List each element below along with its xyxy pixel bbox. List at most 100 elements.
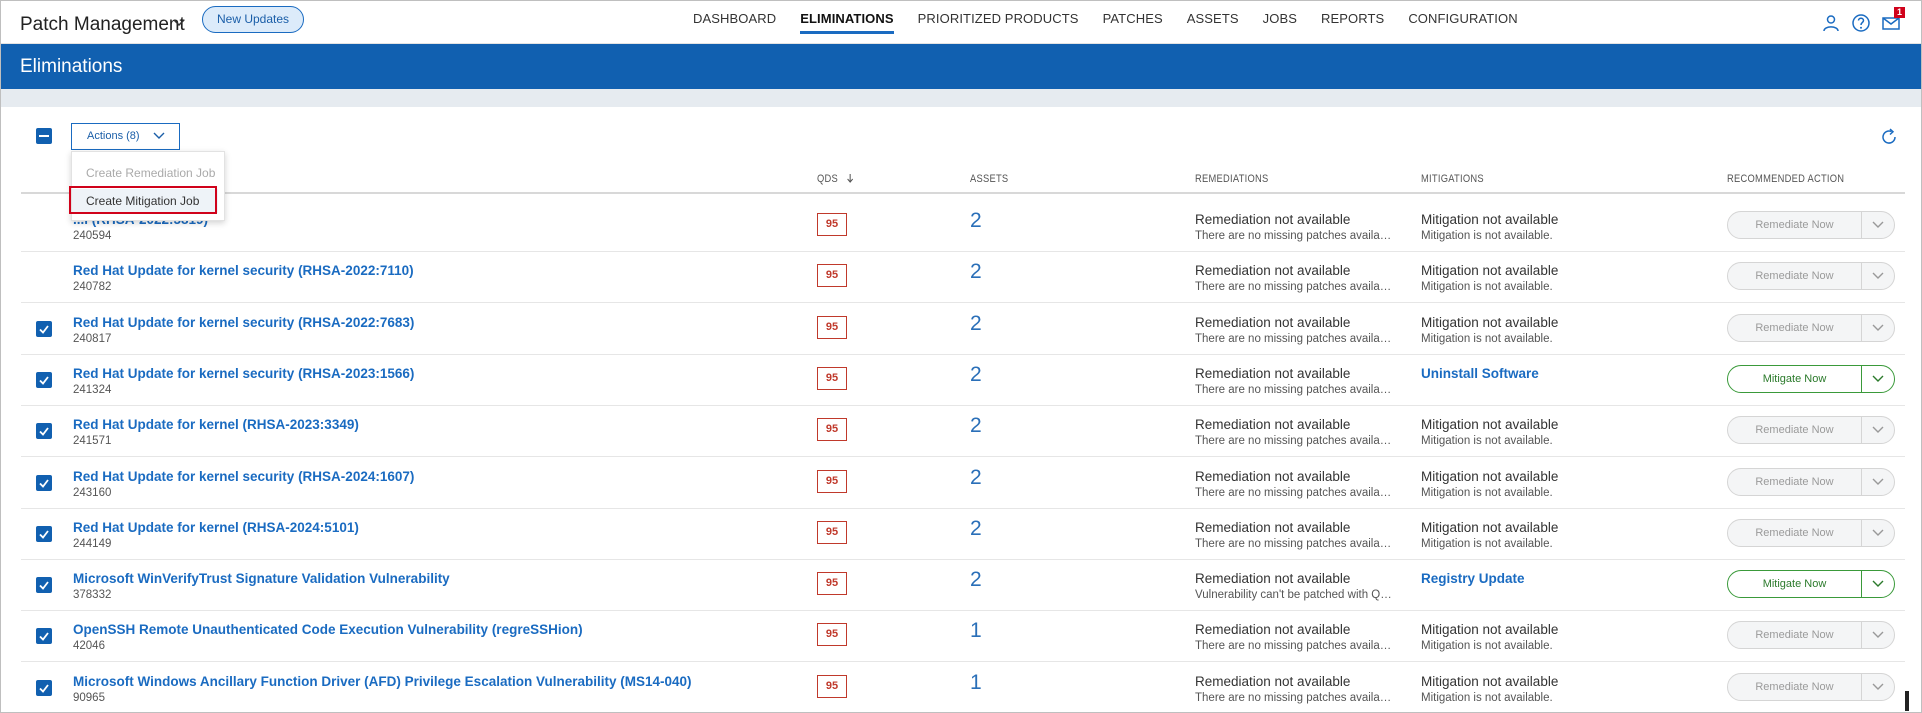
check-icon bbox=[39, 632, 49, 641]
row-checkbox[interactable] bbox=[36, 577, 52, 593]
nav-jobs[interactable]: JOBS bbox=[1263, 1, 1297, 37]
remediation-status: Remediation not available bbox=[1195, 674, 1351, 689]
assets-count-link[interactable]: 2 bbox=[970, 260, 982, 284]
column-header-mitigations[interactable]: MITIGATIONS bbox=[1421, 173, 1484, 185]
remediate-now-button: Remediate Now bbox=[1728, 315, 1862, 341]
qds-score-badge: 95 bbox=[817, 264, 847, 287]
row-checkbox[interactable] bbox=[36, 321, 52, 337]
header-divider bbox=[21, 192, 1905, 194]
table-row: Red Hat Update for kernel security (RHSA… bbox=[21, 355, 1905, 406]
top-bar: Patch Management New Updates DASHBOARD EL… bbox=[1, 1, 1921, 44]
mitigate-now-button[interactable]: Mitigate Now bbox=[1728, 366, 1862, 392]
nav-configuration[interactable]: CONFIGURATION bbox=[1408, 1, 1517, 37]
check-icon bbox=[39, 325, 49, 334]
column-header-recommended-action[interactable]: RECOMMENDED ACTION bbox=[1727, 173, 1844, 185]
nav-prioritized-products[interactable]: PRIORITIZED PRODUCTS bbox=[918, 1, 1079, 37]
nav-assets[interactable]: ASSETS bbox=[1187, 1, 1239, 37]
row-checkbox[interactable] bbox=[36, 628, 52, 644]
row-checkbox[interactable] bbox=[36, 372, 52, 388]
actions-label: Actions (8) bbox=[87, 130, 140, 142]
remediation-status: Remediation not available bbox=[1195, 571, 1351, 586]
vulnerability-id: 42046 bbox=[73, 640, 105, 652]
app-switcher-chevron-icon[interactable] bbox=[171, 15, 187, 31]
mitigation-status: Mitigation not available bbox=[1421, 315, 1559, 330]
user-icon[interactable] bbox=[1821, 13, 1841, 33]
chevron-down-icon[interactable] bbox=[1872, 579, 1884, 589]
notifications[interactable]: 1 bbox=[1881, 7, 1905, 33]
chevron-down-icon[interactable] bbox=[1872, 323, 1884, 333]
assets-count-link[interactable]: 2 bbox=[970, 414, 982, 438]
notification-badge: 1 bbox=[1894, 7, 1905, 18]
table-row: Red Hat Update for kernel (RHSA-2023:334… bbox=[21, 406, 1905, 457]
top-icons: 1 bbox=[1811, 7, 1905, 33]
vulnerability-title-link[interactable]: OpenSSH Remote Unauthenticated Code Exec… bbox=[73, 622, 583, 637]
sort-down-icon bbox=[847, 174, 854, 183]
mitigate-now-button[interactable]: Mitigate Now bbox=[1728, 571, 1862, 597]
remediate-now-button: Remediate Now bbox=[1728, 469, 1862, 495]
assets-count-link[interactable]: 1 bbox=[970, 671, 982, 695]
remediation-status: Remediation not available bbox=[1195, 469, 1351, 484]
remediation-status: Remediation not available bbox=[1195, 622, 1351, 637]
remediation-status: Remediation not available bbox=[1195, 263, 1351, 278]
nav-patches[interactable]: PATCHES bbox=[1103, 1, 1163, 37]
select-all-checkbox[interactable] bbox=[36, 128, 52, 144]
check-icon bbox=[39, 684, 49, 693]
recommended-action-split-button: Mitigate Now bbox=[1727, 570, 1895, 598]
table-row: ...l (RHSA-2022:5819)240594952Remediatio… bbox=[21, 201, 1905, 252]
assets-count-link[interactable]: 2 bbox=[970, 209, 982, 233]
recommended-action-split-button: Remediate Now bbox=[1727, 211, 1895, 239]
remediate-now-button: Remediate Now bbox=[1728, 263, 1862, 289]
row-checkbox[interactable] bbox=[36, 526, 52, 542]
remediation-detail: There are no missing patches available bbox=[1195, 487, 1395, 499]
check-icon bbox=[39, 581, 49, 590]
assets-count-link[interactable]: 1 bbox=[970, 619, 982, 643]
remediation-detail: There are no missing patches available bbox=[1195, 640, 1395, 652]
mitigation-detail: Mitigation is not available. bbox=[1421, 435, 1553, 447]
mitigation-detail: Mitigation is not available. bbox=[1421, 230, 1553, 242]
column-header-assets[interactable]: ASSETS bbox=[970, 173, 1008, 185]
chevron-down-icon[interactable] bbox=[1872, 477, 1884, 487]
refresh-icon[interactable] bbox=[1879, 127, 1899, 147]
row-checkbox[interactable] bbox=[36, 680, 52, 696]
chevron-down-icon[interactable] bbox=[1872, 682, 1884, 692]
qds-score-badge: 95 bbox=[817, 418, 847, 441]
vulnerability-title-link[interactable]: Microsoft Windows Ancillary Function Dri… bbox=[73, 674, 692, 689]
row-checkbox[interactable] bbox=[36, 475, 52, 491]
vulnerability-title-link[interactable]: Red Hat Update for kernel (RHSA-2023:334… bbox=[73, 417, 359, 432]
vulnerability-title-link[interactable]: Red Hat Update for kernel security (RHSA… bbox=[73, 263, 414, 278]
chevron-down-icon[interactable] bbox=[1872, 271, 1884, 281]
vulnerability-title-link[interactable]: Red Hat Update for kernel (RHSA-2024:510… bbox=[73, 520, 359, 535]
assets-count-link[interactable]: 2 bbox=[970, 466, 982, 490]
chevron-down-icon[interactable] bbox=[1872, 528, 1884, 538]
scrollbar[interactable] bbox=[1905, 691, 1909, 711]
recommended-action-split-button: Remediate Now bbox=[1727, 314, 1895, 342]
chevron-down-icon[interactable] bbox=[1872, 425, 1884, 435]
vulnerability-title-link[interactable]: Red Hat Update for kernel security (RHSA… bbox=[73, 366, 414, 381]
vulnerability-title-link[interactable]: Red Hat Update for kernel security (RHSA… bbox=[73, 315, 414, 330]
actions-dropdown-button[interactable]: Actions (8) bbox=[71, 123, 180, 150]
row-checkbox[interactable] bbox=[36, 423, 52, 439]
assets-count-link[interactable]: 2 bbox=[970, 568, 982, 592]
vulnerability-title-link[interactable]: Microsoft WinVerifyTrust Signature Valid… bbox=[73, 571, 450, 586]
new-updates-button[interactable]: New Updates bbox=[202, 6, 305, 33]
mitigation-detail: Mitigation is not available. bbox=[1421, 487, 1553, 499]
mitigation-link[interactable]: Uninstall Software bbox=[1421, 366, 1539, 381]
assets-count-link[interactable]: 2 bbox=[970, 517, 982, 541]
assets-count-link[interactable]: 2 bbox=[970, 312, 982, 336]
qds-score-badge: 95 bbox=[817, 675, 847, 698]
nav-eliminations[interactable]: ELIMINATIONS bbox=[800, 1, 895, 37]
column-header-remediations[interactable]: REMEDIATIONS bbox=[1195, 173, 1269, 185]
chevron-down-icon[interactable] bbox=[1872, 630, 1884, 640]
mitigation-link[interactable]: Registry Update bbox=[1421, 571, 1525, 586]
remediation-status: Remediation not available bbox=[1195, 417, 1351, 432]
chevron-down-icon[interactable] bbox=[1872, 220, 1884, 230]
nav-reports[interactable]: REPORTS bbox=[1321, 1, 1384, 37]
chevron-down-icon[interactable] bbox=[1872, 374, 1884, 384]
recommended-action-split-button: Remediate Now bbox=[1727, 673, 1895, 701]
vulnerability-id: 90965 bbox=[73, 692, 105, 704]
nav-dashboard[interactable]: DASHBOARD bbox=[693, 1, 776, 37]
assets-count-link[interactable]: 2 bbox=[970, 363, 982, 387]
column-header-qds[interactable]: QDS bbox=[817, 173, 854, 185]
vulnerability-title-link[interactable]: Red Hat Update for kernel security (RHSA… bbox=[73, 469, 414, 484]
help-icon[interactable] bbox=[1851, 13, 1871, 33]
